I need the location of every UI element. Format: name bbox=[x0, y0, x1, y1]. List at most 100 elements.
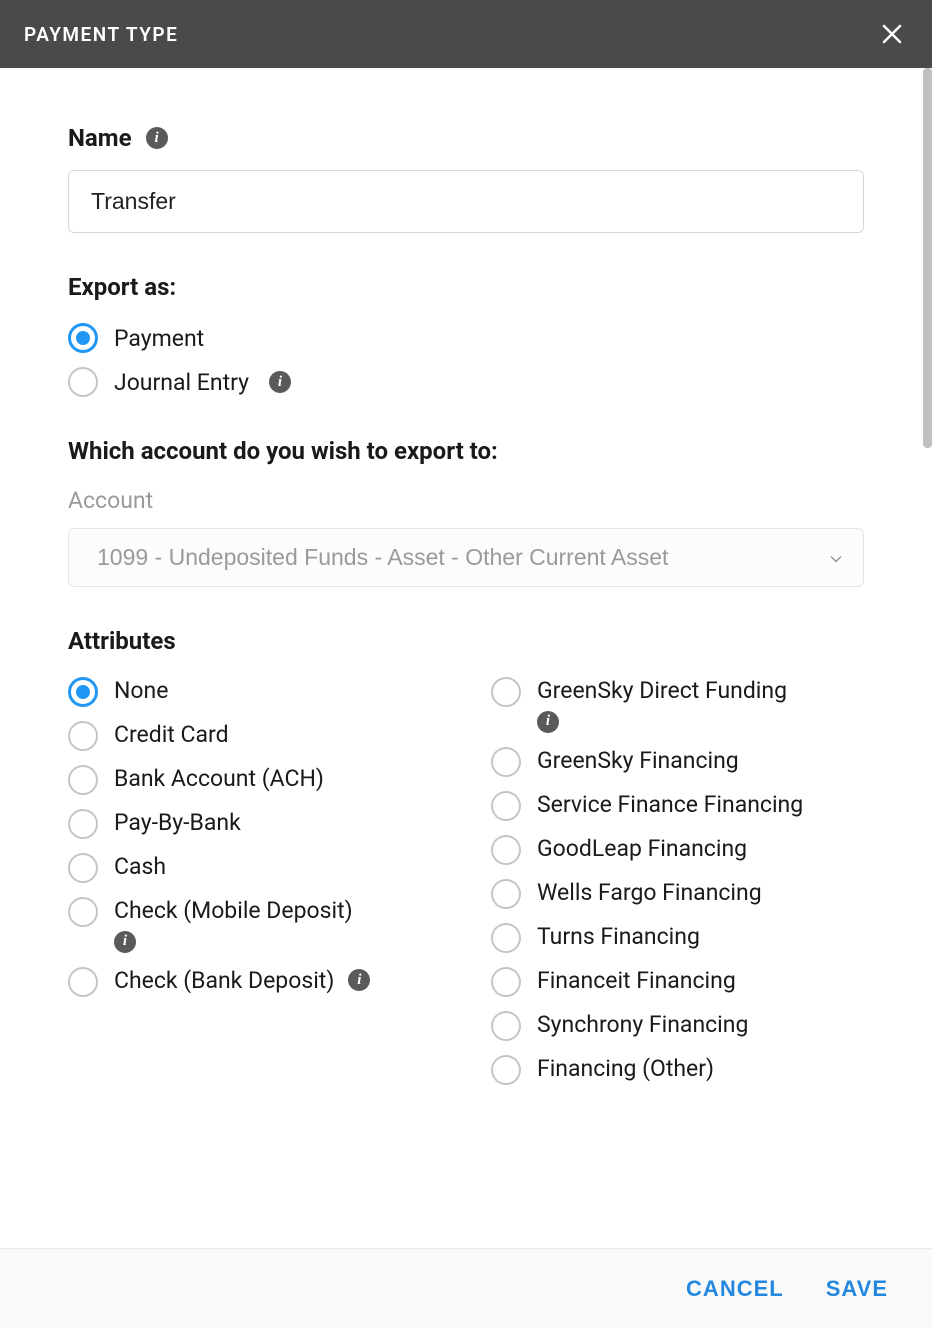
attribute-label: Financeit Financing bbox=[537, 967, 736, 994]
attribute-label: None bbox=[114, 677, 168, 704]
attribute-label: GreenSky Direct Funding bbox=[537, 677, 787, 704]
dialog-footer: CANCEL SAVE bbox=[0, 1248, 932, 1328]
attribute-label: Bank Account (ACH) bbox=[114, 765, 324, 792]
radio-indicator bbox=[491, 835, 521, 865]
attribute-label-row: Credit Card bbox=[114, 721, 229, 748]
attributes-label: Attributes bbox=[68, 627, 864, 655]
radio-indicator bbox=[68, 967, 98, 997]
attribute-label: Service Finance Financing bbox=[537, 791, 803, 818]
attribute-option[interactable]: Check (Mobile Deposit) i bbox=[68, 897, 441, 953]
attributes-col-left: None Credit Card Bank Account (ACH) Pay-By-… bbox=[68, 677, 441, 1085]
attribute-option[interactable]: Credit Card bbox=[68, 721, 441, 751]
attribute-label-row: Financing (Other) bbox=[537, 1055, 714, 1082]
attribute-option[interactable]: GoodLeap Financing bbox=[491, 835, 864, 865]
attribute-label-wrap: Financeit Financing bbox=[537, 967, 736, 994]
radio-indicator bbox=[491, 1011, 521, 1041]
attribute-label-wrap: Wells Fargo Financing bbox=[537, 879, 762, 906]
account-section-label: Which account do you wish to export to: bbox=[68, 437, 864, 465]
account-select[interactable] bbox=[68, 528, 864, 587]
radio-indicator bbox=[68, 721, 98, 751]
radio-indicator bbox=[491, 677, 521, 707]
info-icon[interactable]: i bbox=[537, 711, 559, 733]
radio-indicator bbox=[491, 1055, 521, 1085]
account-group: Which account do you wish to export to: … bbox=[68, 437, 864, 587]
info-icon[interactable]: i bbox=[114, 931, 136, 953]
attribute-label-wrap: GreenSky Direct Funding i bbox=[537, 677, 787, 733]
radio-indicator bbox=[491, 747, 521, 777]
save-button[interactable]: SAVE bbox=[826, 1276, 888, 1302]
attribute-option[interactable]: Financing (Other) bbox=[491, 1055, 864, 1085]
radio-indicator bbox=[68, 323, 98, 353]
dialog-title: PAYMENT TYPE bbox=[24, 23, 178, 46]
attribute-label-row: None bbox=[114, 677, 168, 704]
attribute-label-row: Bank Account (ACH) bbox=[114, 765, 324, 792]
cancel-button[interactable]: CANCEL bbox=[686, 1276, 784, 1302]
info-icon[interactable]: i bbox=[146, 127, 168, 149]
attribute-label: Check (Bank Deposit) bbox=[114, 967, 334, 994]
radio-indicator bbox=[491, 923, 521, 953]
radio-indicator bbox=[68, 367, 98, 397]
close-button[interactable] bbox=[876, 18, 908, 50]
export-as-label: Export as: bbox=[68, 273, 864, 301]
export-option[interactable]: Journal Entry i bbox=[68, 367, 864, 397]
radio-indicator bbox=[68, 677, 98, 707]
dialog-header: PAYMENT TYPE bbox=[0, 0, 932, 68]
attribute-option[interactable]: GreenSky Direct Funding i bbox=[491, 677, 864, 733]
attribute-option[interactable]: Turns Financing bbox=[491, 923, 864, 953]
attribute-label-wrap: Cash bbox=[114, 853, 166, 880]
attributes-col-right: GreenSky Direct Funding i GreenSky Financi… bbox=[491, 677, 864, 1085]
export-option-label: Payment bbox=[114, 325, 204, 352]
attribute-label-wrap: Bank Account (ACH) bbox=[114, 765, 324, 792]
attribute-option[interactable]: Check (Bank Deposit) i bbox=[68, 967, 441, 997]
name-input[interactable] bbox=[68, 170, 864, 233]
attributes-group: Attributes None Credit Card Bank Account (… bbox=[68, 627, 864, 1085]
attribute-label-row: Synchrony Financing bbox=[537, 1011, 748, 1038]
attribute-label: Credit Card bbox=[114, 721, 229, 748]
attribute-label-wrap: Credit Card bbox=[114, 721, 229, 748]
attribute-option[interactable]: GreenSky Financing bbox=[491, 747, 864, 777]
attribute-label-row: Check (Bank Deposit) i bbox=[114, 967, 370, 994]
attribute-label-row: GoodLeap Financing bbox=[537, 835, 747, 862]
attribute-label: GoodLeap Financing bbox=[537, 835, 747, 862]
attribute-option[interactable]: Cash bbox=[68, 853, 441, 883]
radio-indicator bbox=[491, 967, 521, 997]
attribute-label-row: Check (Mobile Deposit) bbox=[114, 897, 353, 924]
attribute-option[interactable]: Wells Fargo Financing bbox=[491, 879, 864, 909]
attribute-label-row: Financeit Financing bbox=[537, 967, 736, 994]
attribute-label-wrap: Check (Mobile Deposit) i bbox=[114, 897, 353, 953]
account-select-wrapper bbox=[68, 528, 864, 587]
attribute-label: Pay-By-Bank bbox=[114, 809, 241, 836]
attribute-option[interactable]: Financeit Financing bbox=[491, 967, 864, 997]
export-option[interactable]: Payment bbox=[68, 323, 864, 353]
attribute-label-wrap: Financing (Other) bbox=[537, 1055, 714, 1082]
export-option-label: Journal Entry bbox=[114, 369, 249, 396]
radio-indicator bbox=[491, 791, 521, 821]
attribute-label-wrap: Turns Financing bbox=[537, 923, 700, 950]
name-field-group: Name i bbox=[68, 124, 864, 233]
attribute-label: Wells Fargo Financing bbox=[537, 879, 762, 906]
attribute-label-wrap: GoodLeap Financing bbox=[537, 835, 747, 862]
attributes-grid: None Credit Card Bank Account (ACH) Pay-By-… bbox=[68, 677, 864, 1085]
info-icon[interactable]: i bbox=[348, 969, 370, 991]
attribute-option[interactable]: Pay-By-Bank bbox=[68, 809, 441, 839]
export-as-group: Export as: Payment Journal Entry i bbox=[68, 273, 864, 397]
attribute-label: GreenSky Financing bbox=[537, 747, 739, 774]
attribute-option[interactable]: Bank Account (ACH) bbox=[68, 765, 441, 795]
attribute-label-row: Turns Financing bbox=[537, 923, 700, 950]
radio-indicator bbox=[68, 765, 98, 795]
radio-indicator bbox=[68, 897, 98, 927]
attribute-label-row: Wells Fargo Financing bbox=[537, 879, 762, 906]
attribute-label-row: GreenSky Direct Funding bbox=[537, 677, 787, 704]
attribute-option[interactable]: Synchrony Financing bbox=[491, 1011, 864, 1041]
attribute-option[interactable]: None bbox=[68, 677, 441, 707]
dialog-content: Name i Export as: PaymentJournal Entryi … bbox=[0, 68, 932, 1248]
attribute-label-wrap: Service Finance Financing bbox=[537, 791, 803, 818]
attribute-label-wrap: Synchrony Financing bbox=[537, 1011, 748, 1038]
attribute-label-row: Service Finance Financing bbox=[537, 791, 803, 818]
attribute-label-wrap: GreenSky Financing bbox=[537, 747, 739, 774]
info-icon[interactable]: i bbox=[269, 371, 291, 393]
attribute-label: Cash bbox=[114, 853, 166, 880]
attribute-label-row: GreenSky Financing bbox=[537, 747, 739, 774]
attribute-label-wrap: Check (Bank Deposit) i bbox=[114, 967, 370, 994]
attribute-option[interactable]: Service Finance Financing bbox=[491, 791, 864, 821]
